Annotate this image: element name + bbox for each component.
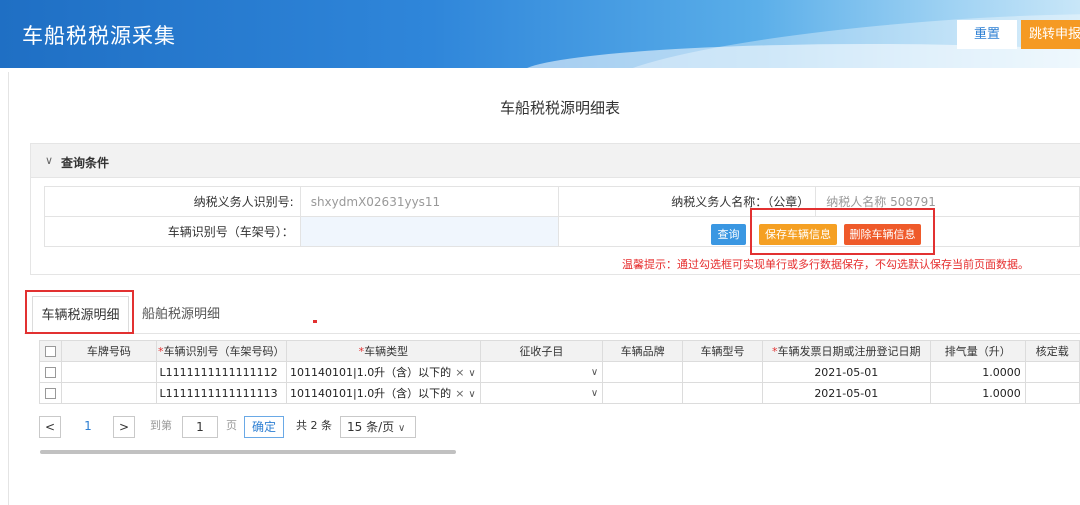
model-cell[interactable] [682,361,763,383]
plate-cell[interactable] [61,382,157,404]
column-header: 车辆型号 [682,340,763,362]
vin-cell[interactable]: L1111111111111113 [155,382,288,404]
page-title: 车船税税源明细表 [499,99,620,117]
column-header: 车辆品牌 [602,340,684,362]
tab-vessel[interactable]: 船舶税源明细 [142,296,220,333]
model-cell[interactable] [682,382,763,404]
column-header: 征收子目 [479,340,604,362]
header-banner: 车船税税源采集 [0,0,1080,68]
query-button[interactable]: 查询 [711,224,746,245]
vin-cell[interactable]: L1111111111111112 [155,361,288,383]
date-cell[interactable]: 2021-05-01 [761,382,931,404]
chevron-down-icon[interactable]: ∨ [591,367,598,378]
displacement-cell[interactable]: 1.0000 [929,382,1026,404]
table-header-row: 车牌号码 *车辆识别号（车架号码） *车辆类型 征收子目 车辆品牌 车辆型号 *… [38,340,1080,362]
row-checkbox[interactable] [45,367,57,378]
column-header: 车牌号码 [61,340,157,362]
vehicle-type-select[interactable]: 101140101|1.0升（含）以下的 × ∨ [286,361,481,383]
select-all-cell [38,340,63,362]
chevron-down-icon[interactable]: ∨ [468,368,475,379]
brand-cell[interactable] [602,382,684,404]
chevron-down-icon: ∨ [397,423,406,434]
vin-label: 车辆识别号（车架号）： [44,216,301,247]
jump-declare-button[interactable]: 跳转申报 [1021,20,1080,49]
select-all-checkbox[interactable] [45,346,57,357]
capacity-cell[interactable] [1024,382,1080,404]
capacity-cell[interactable] [1024,361,1080,383]
warning-tip: 温馨提示：通过勾选框可实现单行或多行数据保存，不勾选默认保存当前页面数据。 [622,258,1029,271]
taxpayer-id-value: shxydmX02631yys11 [299,186,559,217]
taxpayer-id-label: 纳税义务人识别号: [44,186,301,217]
total-count: 共 2 条 [296,419,332,432]
column-header: *车辆识别号（车架号码） [155,340,288,362]
chevron-down-icon[interactable]: ∨ [591,388,598,399]
plate-cell[interactable] [61,361,157,383]
row-checkbox[interactable] [45,388,57,399]
brand-cell[interactable] [602,361,684,383]
clear-icon[interactable]: × [455,366,464,379]
chevron-down-icon: ∨ [45,154,54,167]
column-header: 排气量（升） [929,340,1026,362]
date-cell[interactable]: 2021-05-01 [761,361,931,383]
horizontal-scrollbar[interactable] [40,450,456,454]
current-page[interactable]: 1 [78,416,98,438]
tabs-divider [24,333,1080,334]
row-select-cell [38,361,63,383]
app-title: 车船税税源采集 [22,24,176,48]
prev-page-button[interactable]: < [39,416,61,438]
table-row: L1111111111111112 101140101|1.0升（含）以下的 × ∨… [38,361,1080,383]
reset-button[interactable]: 重置 [957,20,1017,49]
column-header: 核定载 [1024,340,1080,362]
row-select-cell [38,382,63,404]
query-panel-header[interactable]: ∨ 查询条件 [30,143,1080,178]
subitem-select[interactable]: ∨ [479,382,604,404]
table-row: L1111111111111113 101140101|1.0升（含）以下的 × ∨… [38,382,1080,404]
query-panel-label: 查询条件 [61,156,110,170]
column-header: *车辆发票日期或注册登记日期 [761,340,931,362]
page-border [8,72,9,505]
vehicle-type-select[interactable]: 101140101|1.0升（含）以下的 × ∨ [286,382,481,404]
subitem-select[interactable]: ∨ [479,361,604,383]
page-size-select[interactable]: 15 条/页 ∨ [340,416,416,438]
red-mark [313,320,317,323]
goto-label: 到第 [150,419,172,432]
displacement-cell[interactable]: 1.0000 [929,361,1026,383]
column-header: *车辆类型 [286,340,481,362]
highlight-box [750,208,935,255]
next-page-button[interactable]: > [113,416,135,438]
chevron-down-icon[interactable]: ∨ [468,389,475,400]
page-unit-label: 页 [226,419,237,432]
vin-input[interactable] [299,216,559,247]
highlight-box [25,290,134,334]
goto-page-input[interactable]: 1 [182,416,218,438]
clear-icon[interactable]: × [455,387,464,400]
goto-confirm-button[interactable]: 确定 [244,416,284,438]
vehicle-table: 车牌号码 *车辆识别号（车架号码） *车辆类型 征收子目 车辆品牌 车辆型号 *… [38,340,1080,404]
